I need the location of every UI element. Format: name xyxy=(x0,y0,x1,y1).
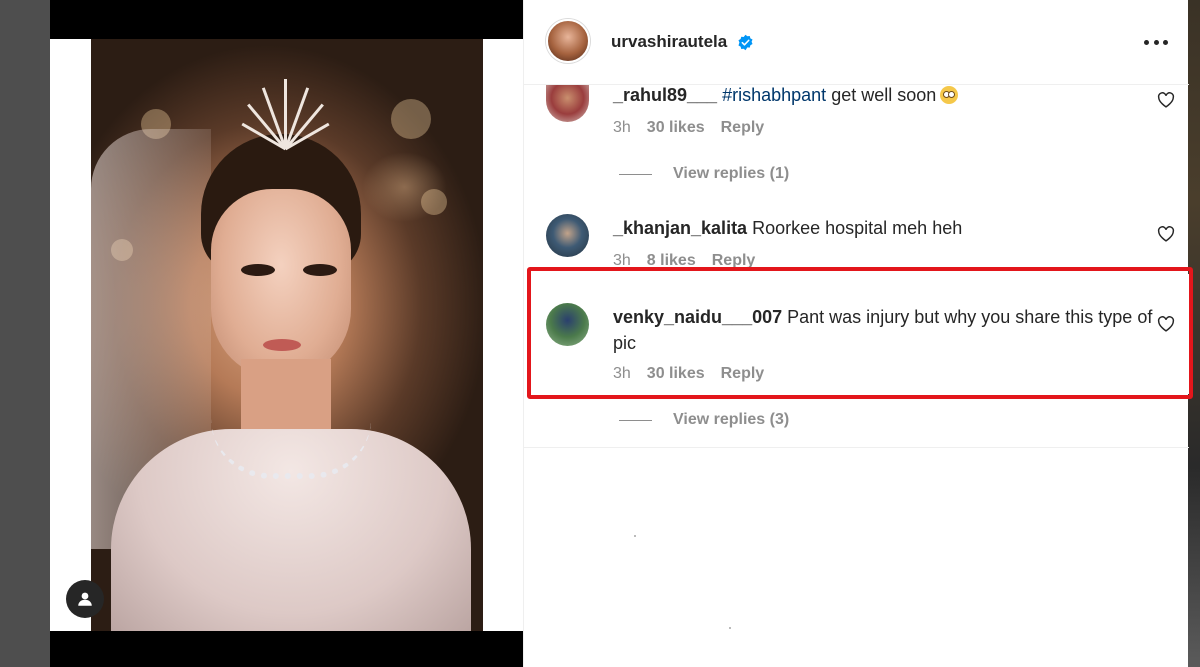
comment-body: get well soon xyxy=(831,85,937,105)
speck xyxy=(729,627,731,629)
crown xyxy=(231,79,341,151)
post-header: urvashirautela xyxy=(524,0,1189,85)
author-avatar[interactable] xyxy=(546,19,590,63)
author-username[interactable]: urvashirautela xyxy=(611,32,727,52)
speck xyxy=(634,535,636,537)
comment-username[interactable]: _rahul89___ xyxy=(613,85,717,105)
comment-username[interactable]: _khanjan_kalita xyxy=(613,218,747,238)
panel-divider xyxy=(524,447,1189,448)
more-options-icon[interactable] xyxy=(1144,40,1168,46)
media-frame xyxy=(50,39,523,631)
comment-time: 3h xyxy=(613,119,631,136)
comment-meta: 3h 30 likes Reply xyxy=(613,119,764,137)
comment-body: Roorkee hospital meh heh xyxy=(752,218,963,238)
reply-button[interactable]: Reply xyxy=(721,119,765,137)
verified-badge-icon xyxy=(738,34,753,51)
replies-line xyxy=(619,173,652,175)
like-heart-icon[interactable] xyxy=(1157,226,1175,242)
comment-text: _rahul89___ #rishabhpant get well soon xyxy=(613,82,1153,108)
view-replies-label: View replies (1) xyxy=(673,165,790,182)
left-background xyxy=(0,0,50,667)
replies-line xyxy=(619,419,652,421)
commenter-avatar[interactable] xyxy=(546,85,589,122)
comment-likes[interactable]: 30 likes xyxy=(647,119,705,137)
post-photo[interactable] xyxy=(91,39,483,631)
highlight-annotation-box xyxy=(527,267,1193,399)
view-replies-button[interactable]: View replies (1) xyxy=(619,165,789,183)
flushed-face-emoji-icon xyxy=(940,86,959,104)
commenter-avatar[interactable] xyxy=(546,214,589,257)
like-heart-icon[interactable] xyxy=(1157,92,1175,108)
comment-hashtag[interactable]: #rishabhpant xyxy=(722,85,826,105)
comment-text: _khanjan_kalita Roorkee hospital meh heh xyxy=(613,215,1153,241)
user-tag-icon xyxy=(78,592,92,606)
post-media xyxy=(50,0,523,667)
view-replies-button[interactable]: View replies (3) xyxy=(619,411,789,429)
user-tag-button[interactable] xyxy=(66,580,104,618)
view-replies-label: View replies (3) xyxy=(673,411,790,428)
